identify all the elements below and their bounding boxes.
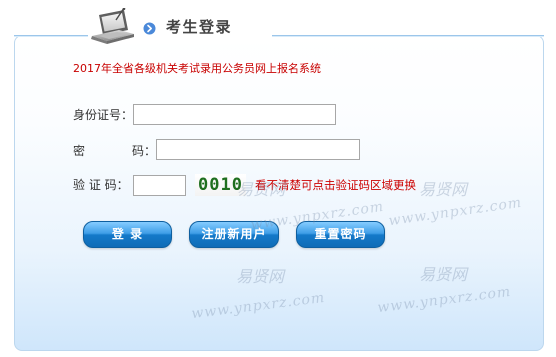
- verification-code-label: 验 证 码：: [73, 178, 129, 192]
- login-page: 考生登录 2017年全省各级机关考试录用公务员网上报名系统 身份证号： 密 码：…: [0, 0, 556, 357]
- login-button[interactable]: 登 录: [83, 221, 172, 248]
- password-label-left: 密: [73, 144, 86, 158]
- system-notice: 2017年全省各级机关考试录用公务员网上报名系统: [73, 62, 321, 75]
- arrow-icon: [143, 22, 156, 35]
- captcha-image[interactable]: 0010: [195, 174, 246, 196]
- captcha-text: 0010: [198, 175, 243, 195]
- id-number-input[interactable]: [133, 104, 336, 125]
- laptop-icon: [91, 8, 134, 44]
- id-number-label: 身份证号：: [73, 108, 134, 122]
- captcha-refresh-hint[interactable]: 看不清楚可点击验证码区域更换: [255, 176, 416, 194]
- page-title: 考生登录: [166, 18, 233, 36]
- password-label-right: 码：: [132, 144, 157, 158]
- reset-password-button[interactable]: 重置密码: [296, 221, 385, 248]
- password-input[interactable]: [156, 139, 360, 160]
- verification-code-input[interactable]: [133, 175, 186, 196]
- register-button[interactable]: 注册新用户: [189, 221, 279, 248]
